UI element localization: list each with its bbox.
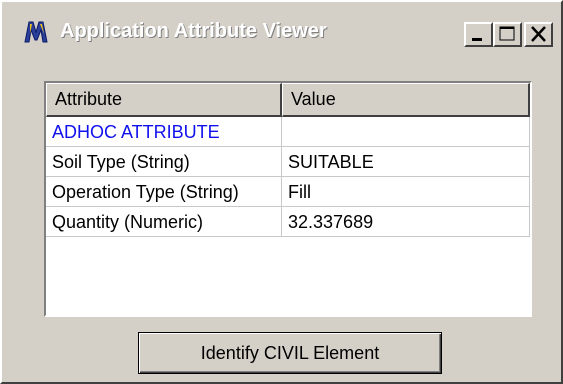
attribute-list[interactable]: Attribute Value ADHOC ATTRIBUTE Soil Typ… — [44, 81, 532, 317]
title-bar[interactable]: Application Attribute Viewer — [12, 12, 558, 54]
app-icon — [22, 18, 50, 46]
value-cell: 32.337689 — [282, 207, 530, 237]
table-row[interactable]: Operation Type (String) Fill — [46, 177, 530, 207]
close-button[interactable] — [524, 22, 553, 47]
close-icon — [531, 26, 546, 42]
maximize-icon — [499, 26, 515, 41]
attribute-cell: ADHOC ATTRIBUTE — [46, 117, 282, 147]
table-row[interactable]: Quantity (Numeric) 32.337689 — [46, 207, 530, 237]
attribute-cell: Soil Type (String) — [46, 147, 282, 177]
value-cell: SUITABLE — [282, 147, 530, 177]
attribute-cell: Quantity (Numeric) — [46, 207, 282, 237]
value-cell — [282, 117, 530, 147]
minimize-button[interactable] — [464, 22, 493, 47]
list-header: Attribute Value — [46, 83, 530, 117]
table-row[interactable]: Soil Type (String) SUITABLE — [46, 147, 530, 177]
window-title: Application Attribute Viewer — [60, 20, 327, 42]
table-row[interactable]: ADHOC ATTRIBUTE — [46, 117, 530, 147]
maximize-button[interactable] — [493, 22, 522, 47]
identify-civil-element-button[interactable]: Identify CIVIL Element — [138, 332, 442, 374]
minimize-icon — [472, 38, 482, 41]
attribute-cell: Operation Type (String) — [46, 177, 282, 207]
attribute-viewer-window: Application Attribute Viewer Attribute V… — [0, 0, 563, 384]
value-cell: Fill — [282, 177, 530, 207]
column-header-value[interactable]: Value — [282, 83, 530, 117]
column-header-attribute[interactable]: Attribute — [46, 83, 282, 117]
